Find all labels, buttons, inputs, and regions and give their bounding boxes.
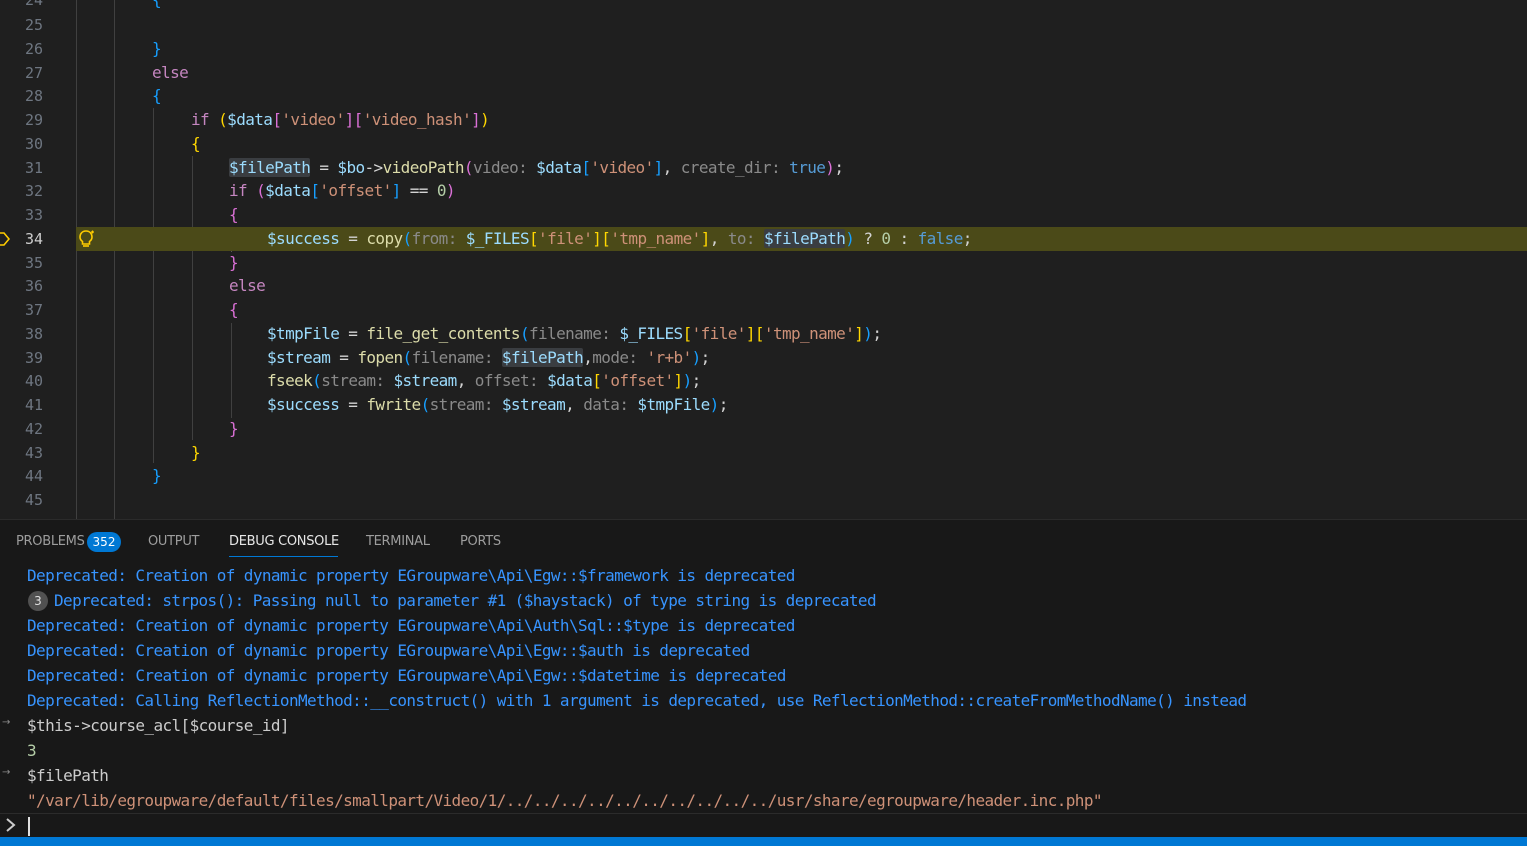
code-line[interactable]: 31 $filePath = $bo->videoPath(video: $da… (0, 156, 1527, 180)
code-editor[interactable]: 24 { 25 26 } 27 else 28 { 29 if ($data['… (0, 0, 1527, 519)
line-number: 44 (24, 467, 43, 485)
tab-output[interactable]: OUTPUT (148, 534, 199, 549)
text-cursor (28, 817, 30, 836)
tab-debug-console[interactable]: DEBUG CONSOLE (229, 534, 339, 549)
code-line[interactable]: 45 (0, 488, 1527, 512)
tab-terminal[interactable]: TERMINAL (366, 534, 430, 549)
console-line: Deprecated: Calling ReflectionMethod::__… (27, 691, 1247, 710)
line-number: 26 (24, 40, 43, 58)
console-line: Deprecated: Creation of dynamic property… (27, 616, 795, 635)
line-number: 25 (24, 16, 43, 34)
repeat-count-badge: 3 (28, 591, 48, 611)
code-line[interactable]: 27 else (0, 61, 1527, 85)
line-number: 36 (24, 277, 43, 295)
problems-count-badge: 352 (87, 532, 121, 552)
line-number: 29 (24, 111, 43, 129)
tab-problems[interactable]: PROBLEMS (16, 534, 85, 549)
code-line[interactable]: 36 else (0, 274, 1527, 298)
console-result: "/var/lib/egroupware/default/files/small… (27, 791, 1103, 810)
panel-tabs: PROBLEMS 352 OUTPUT DEBUG CONSOLE TERMIN… (0, 520, 1527, 564)
code-line[interactable]: 38 $tmpFile = file_get_contents(filename… (0, 322, 1527, 346)
line-number: 43 (24, 444, 43, 462)
code-line[interactable]: 26 } (0, 37, 1527, 61)
code-text: } (152, 39, 162, 58)
code-line[interactable]: 44 } (0, 464, 1527, 488)
code-text: if ($data['offset'] == 0) (229, 181, 456, 200)
line-number: 24 (24, 0, 43, 9)
code-text: { (152, 86, 162, 105)
console-line: Deprecated: Creation of dynamic property… (27, 641, 750, 660)
code-text: } (229, 253, 239, 272)
line-number: 40 (24, 372, 43, 390)
console-input-echo: $this->course_acl[$course_id] (27, 716, 290, 735)
code-text: } (152, 466, 162, 485)
input-echo-icon: → (2, 717, 11, 728)
console-line: Deprecated: Creation of dynamic property… (27, 566, 795, 585)
line-number: 42 (24, 420, 43, 438)
input-echo-icon: → (2, 767, 11, 778)
console-line: Deprecated: Creation of dynamic property… (27, 666, 786, 685)
console-result: 3 (27, 741, 37, 760)
active-tab-indicator (229, 556, 338, 557)
line-number: 35 (24, 254, 43, 272)
line-number: 33 (24, 206, 43, 224)
console-line-repeated: 3 Deprecated: strpos(): Passing null to … (0, 588, 1527, 613)
code-text: } (191, 443, 201, 462)
code-line[interactable]: 37 { (0, 298, 1527, 322)
code-line[interactable]: 39 $stream = fopen(filename: $filePath,m… (0, 346, 1527, 370)
console-input-row[interactable] (0, 813, 1527, 838)
bottom-panel: PROBLEMS 352 OUTPUT DEBUG CONSOLE TERMIN… (0, 519, 1527, 838)
code-text: $success = fwrite(stream: $stream, data:… (267, 395, 728, 414)
line-number: 28 (24, 87, 43, 105)
line-number: 38 (24, 325, 43, 343)
console-input-echo: $filePath (27, 766, 109, 785)
code-text: { (152, 0, 162, 12)
code-text: $tmpFile = file_get_contents(filename: $… (267, 324, 882, 343)
line-number: 37 (24, 301, 43, 319)
status-bar[interactable] (0, 837, 1527, 846)
chevron-right-icon (6, 818, 16, 832)
code-line[interactable]: 35 } (0, 251, 1527, 275)
line-number: 30 (24, 135, 43, 153)
code-line[interactable]: 29 if ($data['video']['video_hash']) (0, 108, 1527, 132)
code-line[interactable]: 40 fseek(stream: $stream, offset: $data[… (0, 369, 1527, 393)
line-number: 39 (24, 349, 43, 367)
code-text: else (152, 63, 189, 82)
code-line[interactable]: 32 if ($data['offset'] == 0) (0, 179, 1527, 203)
code-text: { (229, 205, 239, 224)
line-number: 27 (24, 64, 43, 82)
code-text: if ($data['video']['video_hash']) (191, 110, 490, 129)
line-number: 31 (24, 159, 43, 177)
line-number: 32 (24, 182, 43, 200)
code-text: $stream = fopen(filename: $filePath,mode… (267, 348, 710, 367)
code-text: { (229, 300, 239, 319)
code-text: } (229, 419, 239, 438)
code-line[interactable]: 42 } (0, 417, 1527, 441)
code-text: fseek(stream: $stream, offset: $data['of… (267, 371, 701, 390)
code-line[interactable]: 24 { (0, 0, 1527, 12)
line-number: 41 (24, 396, 43, 414)
code-text: { (191, 134, 201, 153)
code-line[interactable]: 41 $success = fwrite(stream: $stream, da… (0, 393, 1527, 417)
code-line[interactable]: 43 } (0, 441, 1527, 465)
console-line-text: Deprecated: strpos(): Passing null to pa… (54, 591, 877, 610)
tab-ports[interactable]: PORTS (460, 534, 501, 549)
code-text: $success = copy(from: $_FILES['file']['t… (267, 229, 972, 248)
line-number: 34 (24, 230, 43, 248)
code-text: else (229, 276, 266, 295)
code-line[interactable]: 33 { (0, 203, 1527, 227)
code-line[interactable]: 25 (0, 13, 1527, 37)
lightbulb-autofix-icon[interactable] (78, 229, 96, 249)
code-line-current[interactable]: 34 $success = copy(from: $_FILES['file']… (0, 227, 1527, 251)
code-text: $filePath = $bo->videoPath(video: $data[… (229, 158, 844, 177)
line-number: 45 (24, 491, 43, 509)
code-line[interactable]: 28 { (0, 84, 1527, 108)
code-line[interactable]: 30 { (0, 132, 1527, 156)
